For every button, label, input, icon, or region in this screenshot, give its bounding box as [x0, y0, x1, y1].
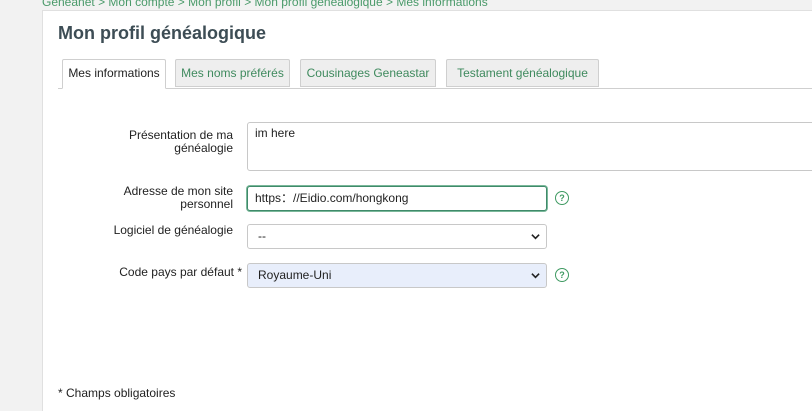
breadcrumb-item-current: Mes informations [396, 0, 488, 9]
website-input[interactable]: https：//Eidio.com/hongkong [247, 186, 547, 211]
breadcrumb: Geneanet > Mon compte > Mon profil > Mon… [42, 0, 488, 9]
required-fields-note: * Champs obligatoires [58, 386, 176, 400]
tab-testament-genealogique[interactable]: Testament généalogique [446, 59, 599, 87]
breadcrumb-item-genealogy-profile[interactable]: Mon profil généalogique [255, 0, 383, 9]
page-title: Mon profil généalogique [58, 23, 266, 43]
tabs-divider [58, 88, 812, 89]
breadcrumb-separator: > [385, 0, 393, 9]
software-select-value: -- [258, 229, 266, 243]
software-label: Logiciel de généalogie [113, 223, 233, 237]
tab-mes-informations[interactable]: Mes informations [62, 59, 166, 89]
main-panel: Mon profil généalogique Mes informations… [42, 10, 812, 411]
website-label: Adresse de mon site personnel [123, 184, 233, 211]
breadcrumb-separator: > [177, 0, 185, 9]
breadcrumb-item-profile[interactable]: Mon profil [188, 0, 241, 9]
breadcrumb-item-account[interactable]: Mon compte [108, 0, 174, 9]
country-label: Code pays par défaut * [119, 265, 242, 279]
help-icon[interactable]: ? [555, 268, 569, 282]
presentation-textarea[interactable]: im here [247, 122, 812, 171]
help-icon[interactable]: ? [555, 191, 569, 205]
country-select[interactable]: Royaume-Uni [247, 263, 547, 288]
tab-cousinages-geneastar[interactable]: Cousinages Geneastar [300, 59, 436, 87]
breadcrumb-separator: > [98, 0, 106, 9]
breadcrumb-item-geneanet[interactable]: Geneanet [42, 0, 95, 9]
chevron-down-icon [531, 273, 540, 279]
software-select[interactable]: -- [247, 224, 547, 249]
country-select-value: Royaume-Uni [258, 268, 332, 282]
breadcrumb-separator: > [244, 0, 252, 9]
tab-mes-noms-preferes[interactable]: Mes noms préférés [175, 59, 290, 87]
chevron-down-icon [531, 234, 540, 240]
presentation-label: Présentation de ma généalogie [128, 128, 233, 155]
